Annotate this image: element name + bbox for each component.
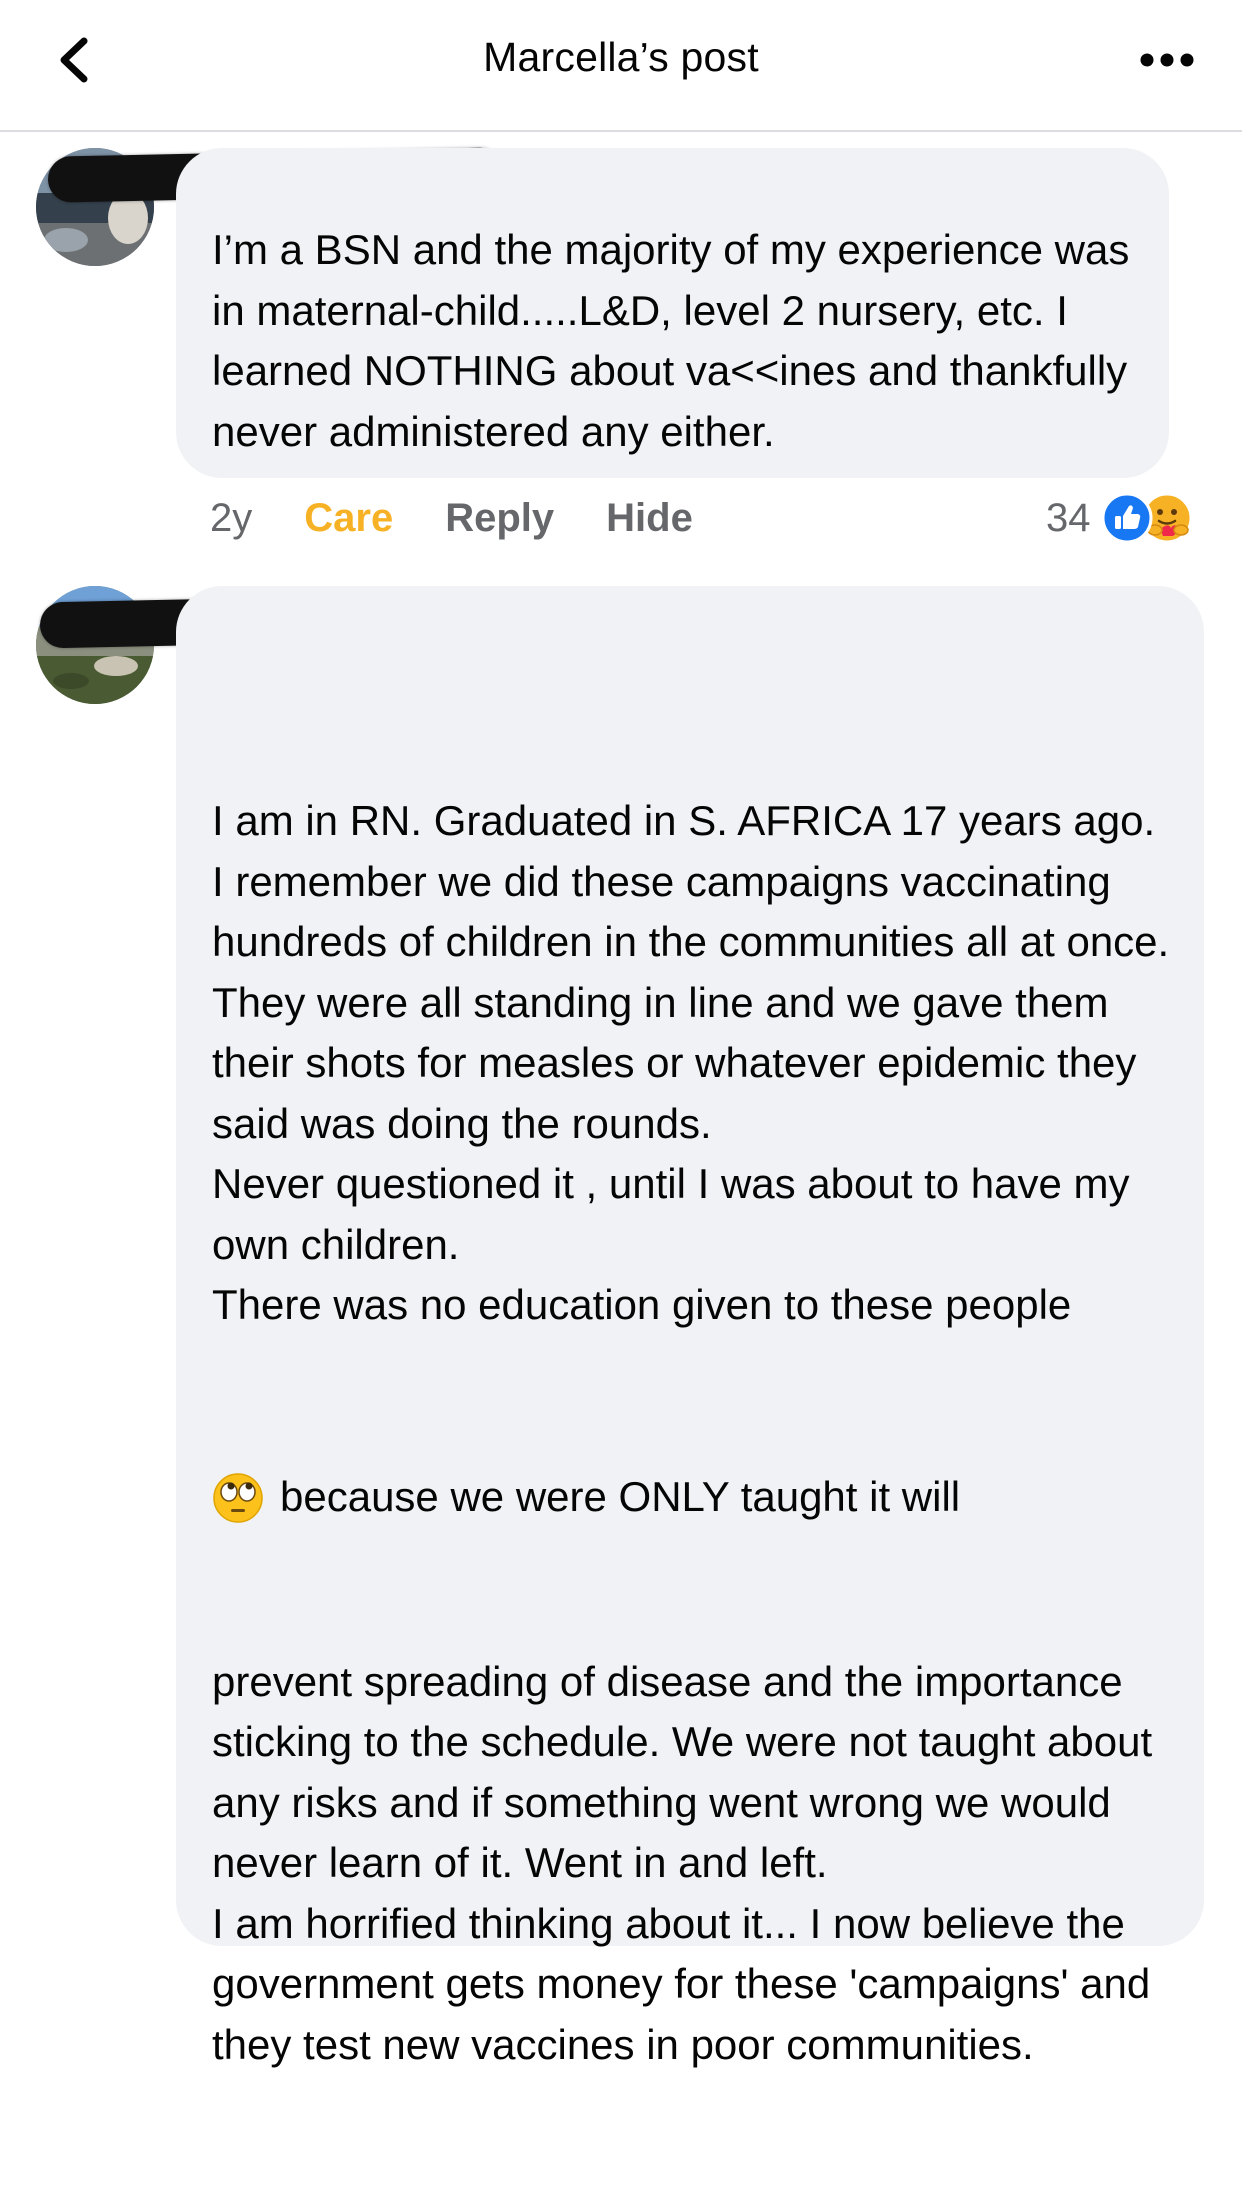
comment-emoji-line: because we were ONLY taught it will	[212, 1457, 1174, 1539]
comment-text-part: because we were ONLY taught it will	[280, 1473, 961, 1521]
more-options-button[interactable]	[1132, 30, 1202, 90]
reaction-count: 34	[1046, 495, 1091, 540]
reply-button[interactable]: Reply	[445, 496, 554, 541]
react-button[interactable]: Care	[304, 496, 393, 541]
comment-text: I am in RN. Graduated in S. AFRICA 17 ye…	[212, 670, 1174, 2196]
hide-button[interactable]: Hide	[606, 496, 693, 541]
post-header: Marcella’s post	[0, 0, 1242, 132]
comment-bubble[interactable]: I’m a BSN and the majority of my experie…	[176, 148, 1169, 478]
comment: I am in RN. Graduated in S. AFRICA 17 ye…	[0, 580, 1242, 2068]
comment-text: I’m a BSN and the majority of my experie…	[212, 226, 1142, 455]
comment-text-part: I am in RN. Graduated in S. AFRICA 17 ye…	[212, 797, 1170, 1328]
comment-time[interactable]: 2y	[210, 496, 252, 541]
comment: I’m a BSN and the majority of my experie…	[0, 130, 1242, 570]
eye-roll-emoji	[213, 1472, 263, 1523]
comment-text-part: prevent spreading of disease and the imp…	[212, 1657, 1153, 2068]
page-title: Marcella’s post	[483, 34, 759, 80]
like-icon	[1101, 492, 1152, 544]
comment-actions: 2y Care Reply Hide	[210, 488, 745, 548]
reaction-summary[interactable]: 34	[1046, 488, 1193, 548]
more-horizontal-icon	[1140, 53, 1194, 67]
comment-bubble[interactable]: I am in RN. Graduated in S. AFRICA 17 ye…	[176, 586, 1204, 2068]
